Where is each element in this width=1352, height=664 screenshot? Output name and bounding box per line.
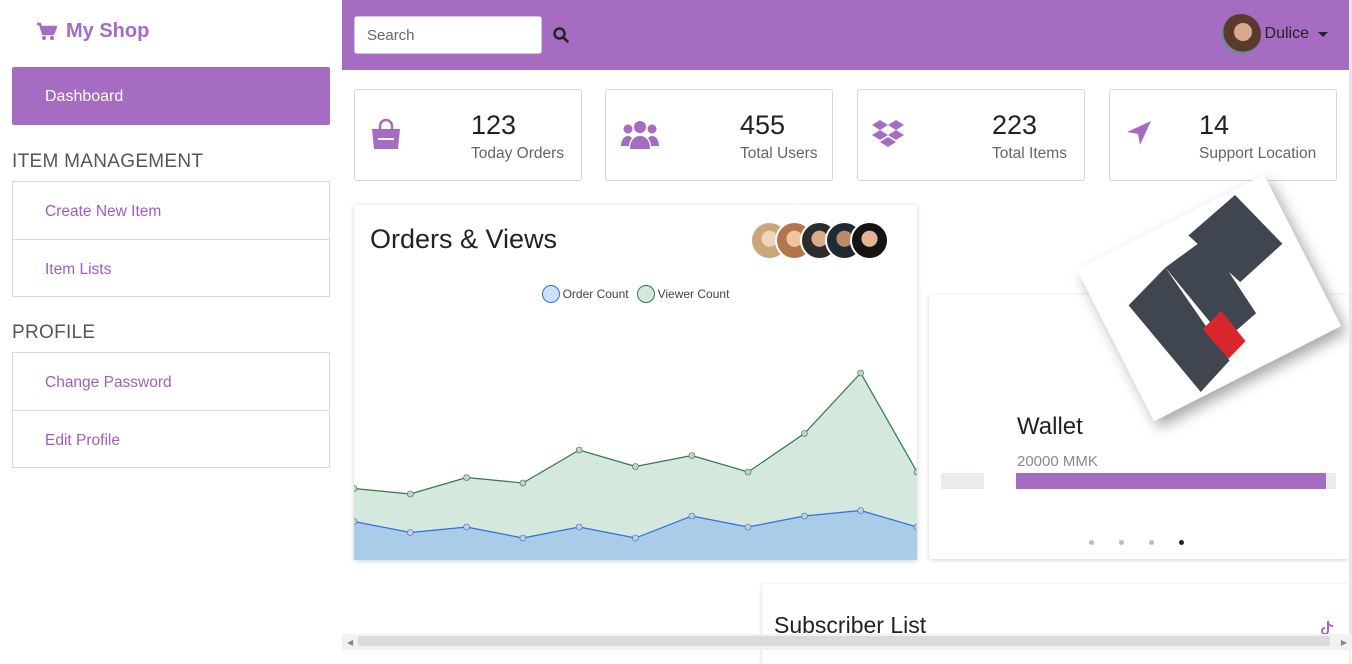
scrollbar-thumb[interactable] (358, 636, 1330, 646)
menu-profile: Change Password Edit Profile (12, 352, 330, 468)
order-count-point[interactable] (688, 512, 696, 520)
avatar (1220, 14, 1261, 54)
viewer-avatars (750, 221, 889, 260)
carousel-indicators (1089, 540, 1209, 545)
sidebar-item-create-new-item[interactable]: Create New Item (13, 182, 329, 239)
subscriber-card: Subscriber List (762, 584, 1349, 664)
user-menu[interactable]: Dulice (1220, 14, 1328, 54)
viewer-count-point[interactable] (406, 490, 414, 498)
carousel-indicator[interactable] (1179, 540, 1184, 545)
order-count-point[interactable] (519, 534, 527, 542)
brand-name: My Shop (66, 20, 150, 42)
carousel-indicator[interactable] (1089, 540, 1094, 545)
stat-card-items: 223 Total Items (857, 89, 1085, 181)
stat-label: Support Location (1199, 145, 1317, 162)
stat-label: Total Items (992, 145, 1067, 162)
stat-card-orders: 123 Today Orders (354, 89, 582, 181)
wallet-amount: 20000 MMK (1017, 453, 1098, 470)
menu-item-management: Create New Item Item Lists (12, 181, 330, 297)
carousel-indicator[interactable] (1149, 540, 1154, 545)
sidebar: My Shop Dashboard ITEM MANAGEMENT Create… (0, 0, 342, 650)
order-count-point[interactable] (744, 523, 752, 531)
shopping-bag-icon (372, 118, 400, 149)
stat-label: Total Users (740, 145, 818, 162)
legend-label: Order Count (562, 287, 629, 301)
wallet-progress-fill (1016, 473, 1327, 489)
search-icon[interactable] (552, 26, 570, 44)
viewer-count-point[interactable] (857, 369, 865, 377)
horizontal-scrollbar[interactable]: ◀ ▶ (342, 634, 1352, 650)
legend-swatch (541, 285, 560, 303)
section-title-profile: PROFILE (12, 322, 96, 343)
order-count-point[interactable] (575, 523, 583, 531)
sidebar-item-change-password[interactable]: Change Password (13, 353, 329, 410)
chart-legend: Order Count Viewer Count (354, 285, 917, 303)
avatar (850, 221, 889, 260)
viewer-count-point[interactable] (688, 452, 696, 459)
users-icon (621, 121, 659, 149)
legend-item-viewer-count[interactable]: Viewer Count (636, 285, 730, 303)
brand-link[interactable]: My Shop (36, 20, 149, 43)
order-count-point[interactable] (632, 534, 639, 542)
section-title-item-management: ITEM MANAGEMENT (12, 151, 204, 172)
viewer-count-point[interactable] (801, 430, 808, 437)
sidebar-item-item-lists[interactable]: Item Lists (13, 239, 329, 296)
stat-card-locations: 14 Support Location (1109, 89, 1337, 181)
wallet-title: Wallet (1017, 413, 1083, 440)
stat-value: 14 (1199, 110, 1230, 140)
legend-label: Viewer Count (657, 287, 730, 301)
search-input[interactable]: Search (354, 16, 542, 54)
viewer-count-point[interactable] (463, 474, 470, 481)
previous-slide-fragment (941, 473, 984, 489)
order-count-point[interactable] (463, 523, 470, 531)
carousel-indicator[interactable] (1119, 540, 1124, 545)
dropbox-icon (872, 120, 904, 147)
viewer-count-point[interactable] (519, 479, 527, 487)
scroll-left-arrow-icon[interactable]: ◀ (347, 638, 353, 647)
wallet-progress-bar (1016, 473, 1336, 489)
legend-swatch (636, 285, 655, 303)
orders-views-card: Orders & Views Order Count Viewer Count (354, 205, 917, 560)
user-name: Dulice (1264, 25, 1309, 42)
scroll-right-arrow-icon[interactable]: ▶ (1341, 638, 1347, 647)
chart-title: Orders & Views (370, 224, 558, 254)
stat-value: 455 (740, 110, 786, 140)
stat-card-users: 455 Total Users (605, 89, 833, 181)
viewer-count-point[interactable] (744, 468, 752, 476)
order-count-point[interactable] (406, 529, 414, 536)
stat-value: 123 (471, 110, 517, 140)
order-count-point[interactable] (801, 512, 808, 520)
legend-item-order-count[interactable]: Order Count (541, 285, 629, 303)
viewer-count-point[interactable] (632, 463, 639, 470)
viewer-count-point[interactable] (575, 446, 583, 454)
shopping-cart-icon (37, 22, 58, 40)
stat-value: 223 (992, 110, 1038, 140)
sidebar-item-edit-profile[interactable]: Edit Profile (13, 410, 329, 467)
stat-label: Today Orders (471, 145, 565, 162)
caret-down-icon (1318, 31, 1328, 37)
order-count-point[interactable] (857, 507, 865, 514)
location-arrow-icon (1127, 121, 1151, 145)
top-navbar: Search Dulice (342, 0, 1350, 70)
sidebar-item-dashboard[interactable]: Dashboard (12, 67, 330, 125)
